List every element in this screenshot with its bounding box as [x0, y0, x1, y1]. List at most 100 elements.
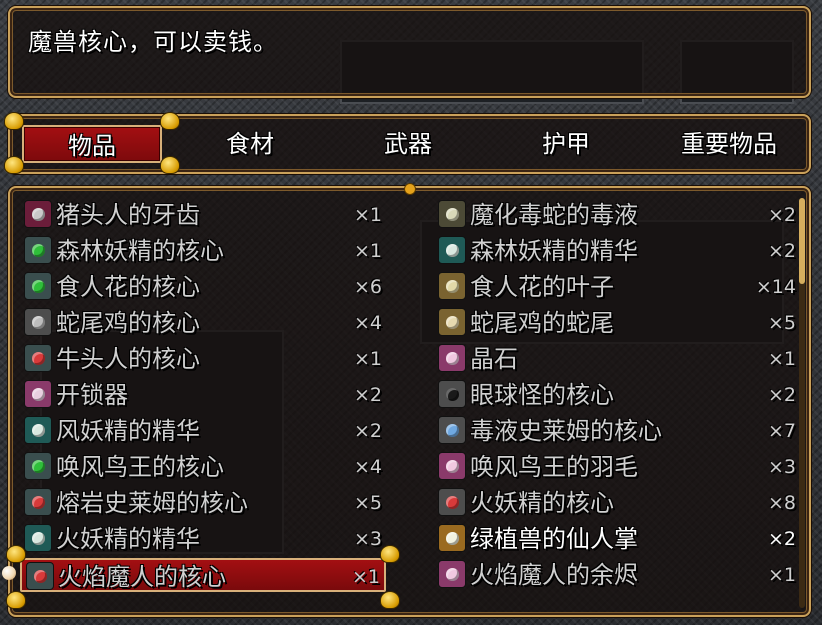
lockpick-icon [24, 380, 52, 408]
item-quantity: ×2 [767, 384, 796, 406]
item-quantity: ×1 [767, 564, 796, 586]
item-quantity: ×8 [767, 492, 796, 514]
ember-icon [438, 560, 466, 588]
red-core-icon [26, 562, 54, 590]
blue-core-icon [438, 416, 466, 444]
item-name: 绿植兽的仙人掌 [470, 525, 638, 553]
list-item[interactable]: 森林妖精的精华 ×2 [434, 234, 800, 268]
list-item[interactable]: 开锁器 ×2 [20, 378, 386, 412]
item-quantity: ×3 [353, 528, 382, 550]
list-item[interactable]: 猪头人的牙齿 ×1 [20, 198, 386, 232]
chalice-icon [438, 236, 466, 264]
tab-items[interactable]: 物品 [22, 125, 162, 163]
green-core-icon [24, 272, 52, 300]
scroll-up-indicator-icon [404, 183, 416, 195]
item-name: 森林妖精的核心 [56, 237, 224, 265]
item-name: 开锁器 [56, 381, 128, 409]
item-quantity: ×1 [351, 566, 380, 588]
leaf-icon [438, 272, 466, 300]
list-item[interactable]: 蛇尾鸡的蛇尾 ×5 [434, 306, 800, 340]
list-item[interactable]: 熔岩史莱姆的核心 ×5 [20, 486, 386, 520]
item-name: 唤风鸟王的羽毛 [470, 453, 638, 481]
list-item[interactable]: 牛头人的核心 ×1 [20, 342, 386, 376]
green-core-icon [24, 236, 52, 264]
item-quantity: ×14 [755, 276, 796, 298]
item-name: 火妖精的精华 [56, 525, 200, 553]
item-quantity: ×1 [353, 204, 382, 226]
cactus-icon [438, 524, 466, 552]
red-core-icon [24, 488, 52, 516]
item-quantity: ×1 [767, 348, 796, 370]
item-quantity: ×2 [767, 528, 796, 550]
item-name: 猪头人的牙齿 [56, 201, 200, 229]
red-core-icon [24, 344, 52, 372]
item-name: 熔岩史莱姆的核心 [56, 489, 248, 517]
item-name: 食人花的核心 [56, 273, 200, 301]
list-item[interactable]: 火妖精的精华 ×3 [20, 522, 386, 556]
list-item[interactable]: 魔化毒蛇的毒液 ×2 [434, 198, 800, 232]
list-item[interactable]: 风妖精的精华 ×2 [20, 414, 386, 448]
item-name: 蛇尾鸡的蛇尾 [470, 309, 614, 337]
list-item[interactable]: 森林妖精的核心 ×1 [20, 234, 386, 268]
tab-armor[interactable]: 护甲 [496, 125, 636, 163]
item-name: 晶石 [470, 345, 518, 373]
bell-icon [6, 545, 26, 563]
item-name: 风妖精的精华 [56, 417, 200, 445]
list-item[interactable]: 食人花的核心 ×6 [20, 270, 386, 304]
help-window: 魔兽核心，可以卖钱。 [8, 6, 811, 98]
item-name: 森林妖精的精华 [470, 237, 638, 265]
list-item[interactable]: 晶石 ×1 [434, 342, 800, 376]
item-quantity: ×5 [767, 312, 796, 334]
chalice-icon [24, 524, 52, 552]
list-item[interactable]: 食人花的叶子 ×14 [434, 270, 800, 304]
list-item[interactable]: 眼球怪的核心 ×2 [434, 378, 800, 412]
chalice-icon [24, 416, 52, 444]
item-list-window: 猪头人的牙齿 ×1 魔化毒蛇的毒液 ×2 森林妖精的核心 ×1 森林妖精的精华 ×2 食人花的核… [8, 186, 811, 617]
bell-icon [380, 545, 400, 563]
item-quantity: ×5 [353, 492, 382, 514]
tab-ingredients[interactable]: 食材 [180, 125, 320, 163]
item-quantity: ×2 [353, 420, 382, 442]
tooth-icon [24, 200, 52, 228]
snake-tail-icon [438, 308, 466, 336]
tab-key-items[interactable]: 重要物品 [654, 125, 804, 163]
tab-weapons[interactable]: 武器 [338, 125, 478, 163]
feather-icon [438, 452, 466, 480]
item-name: 魔化毒蛇的毒液 [470, 201, 638, 229]
list-item[interactable]: 唤风鸟王的羽毛 ×3 [434, 450, 800, 484]
scrollbar[interactable] [799, 198, 805, 608]
bell-icon [380, 591, 400, 609]
item-name: 火焰魔人的余烬 [470, 561, 638, 589]
item-name: 火焰魔人的核心 [58, 563, 226, 591]
scrollbar-thumb[interactable] [799, 198, 805, 284]
item-name: 唤风鸟王的核心 [56, 453, 224, 481]
bell-icon [160, 112, 180, 130]
item-description: 魔兽核心，可以卖钱。 [28, 28, 278, 56]
venom-icon [438, 200, 466, 228]
item-quantity: ×4 [353, 312, 382, 334]
black-core-icon [438, 380, 466, 408]
hand-cursor-icon [2, 566, 16, 580]
bell-icon [6, 591, 26, 609]
list-item[interactable]: 毒液史莱姆的核心 ×7 [434, 414, 800, 448]
bell-icon [4, 156, 24, 174]
category-tabs: 物品 食材 武器 护甲 重要物品 [8, 114, 811, 174]
gray-core-icon [24, 308, 52, 336]
item-name: 食人花的叶子 [470, 273, 614, 301]
list-item[interactable]: 绿植兽的仙人掌 ×2 [434, 522, 800, 556]
item-quantity: ×2 [767, 204, 796, 226]
item-quantity: ×1 [353, 348, 382, 370]
green-core-icon [24, 452, 52, 480]
item-name: 眼球怪的核心 [470, 381, 614, 409]
list-item[interactable]: 火焰魔人的核心 ×1 [20, 558, 386, 592]
item-name: 毒液史莱姆的核心 [470, 417, 662, 445]
item-quantity: ×6 [353, 276, 382, 298]
list-item[interactable]: 蛇尾鸡的核心 ×4 [20, 306, 386, 340]
item-quantity: ×2 [767, 240, 796, 262]
list-item[interactable]: 火妖精的核心 ×8 [434, 486, 800, 520]
list-item[interactable]: 火焰魔人的余烬 ×1 [434, 558, 800, 592]
list-item[interactable]: 唤风鸟王的核心 ×4 [20, 450, 386, 484]
item-quantity: ×2 [353, 384, 382, 406]
item-name: 牛头人的核心 [56, 345, 200, 373]
item-quantity: ×1 [353, 240, 382, 262]
